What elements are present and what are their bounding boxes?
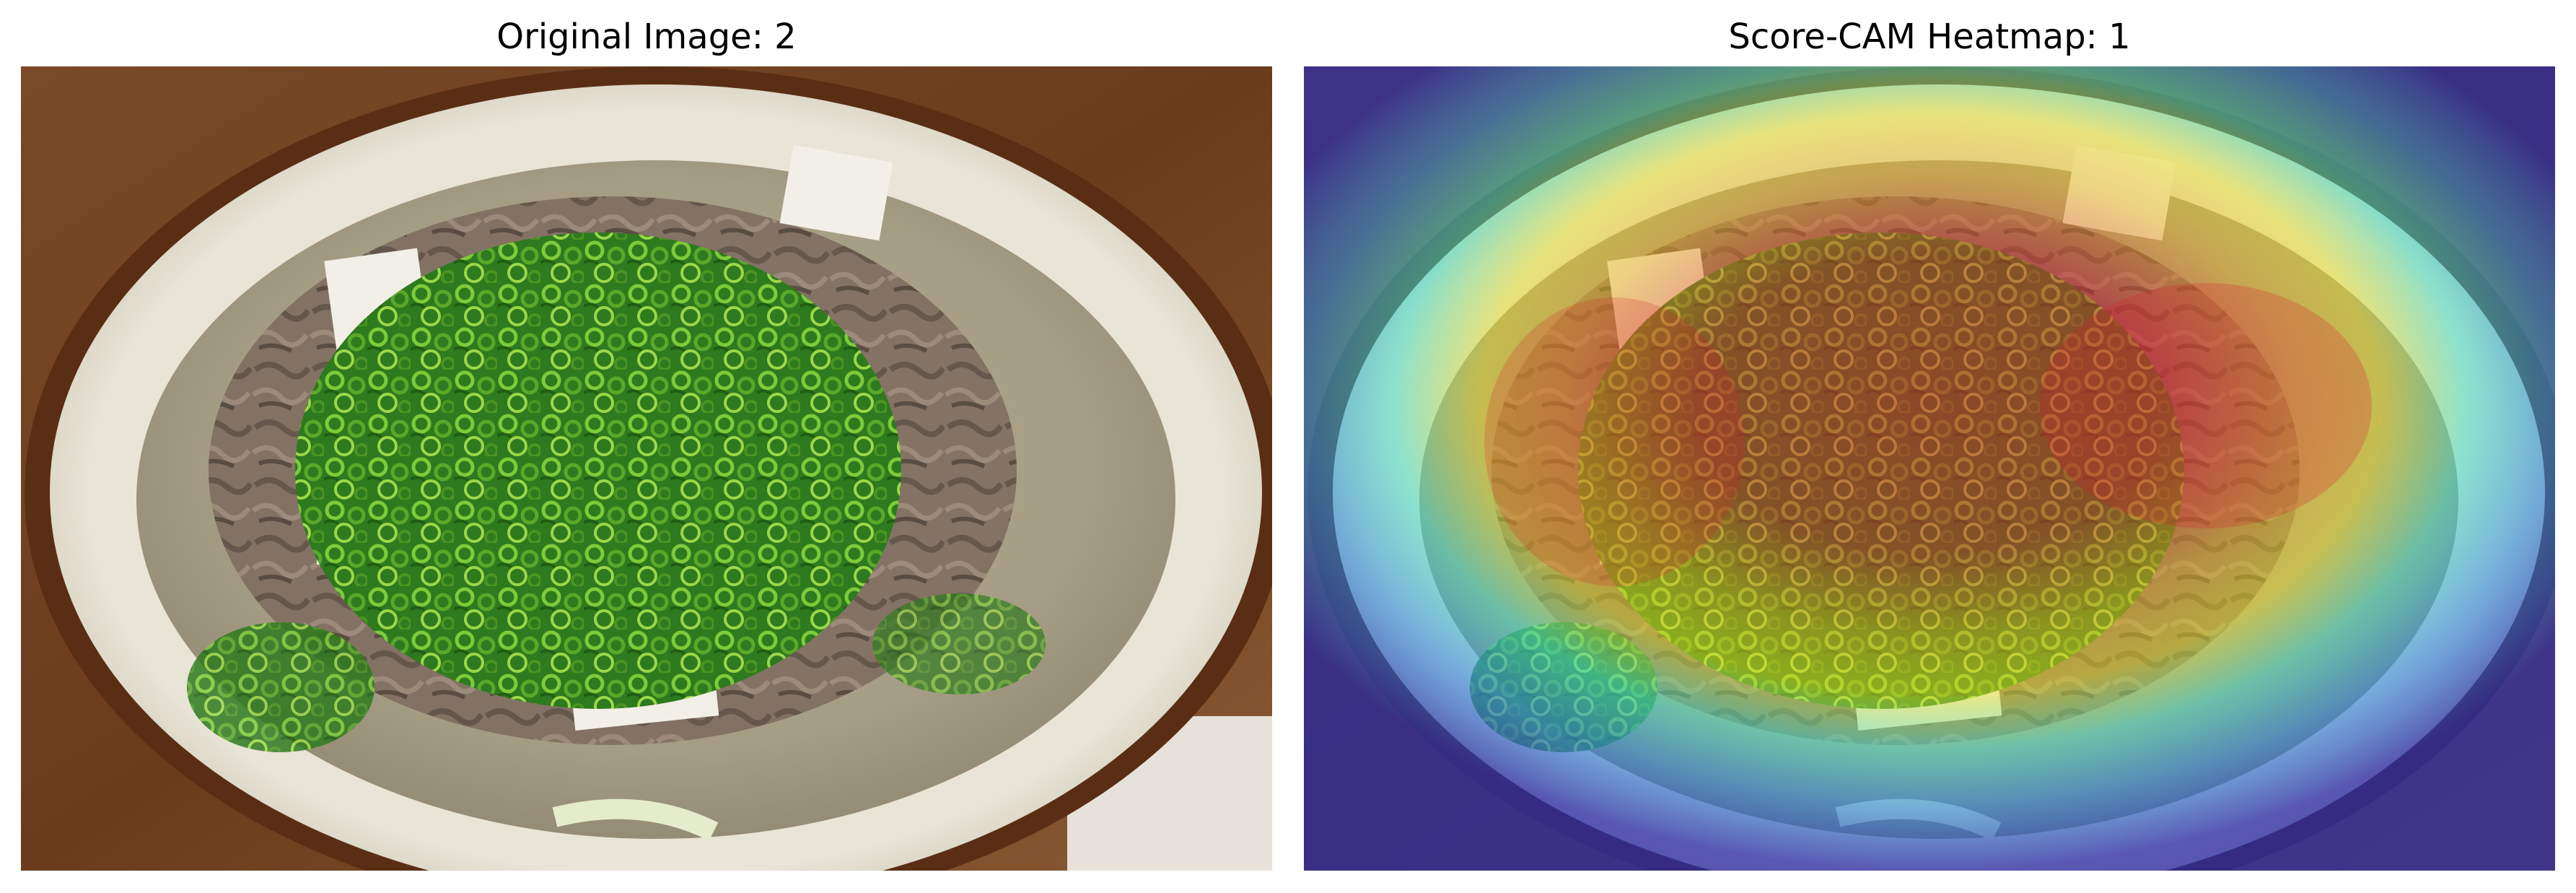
original-image-title: Original Image: 2 (496, 17, 797, 57)
score-cam-heatmap-image (1304, 66, 2555, 871)
heatmap-panel: Score-CAM Heatmap: 1 (1304, 0, 2555, 893)
original-food-photo (21, 66, 1272, 871)
original-image-panel: Original Image: 2 (21, 0, 1272, 893)
heatmap-title: Score-CAM Heatmap: 1 (1728, 17, 2131, 57)
